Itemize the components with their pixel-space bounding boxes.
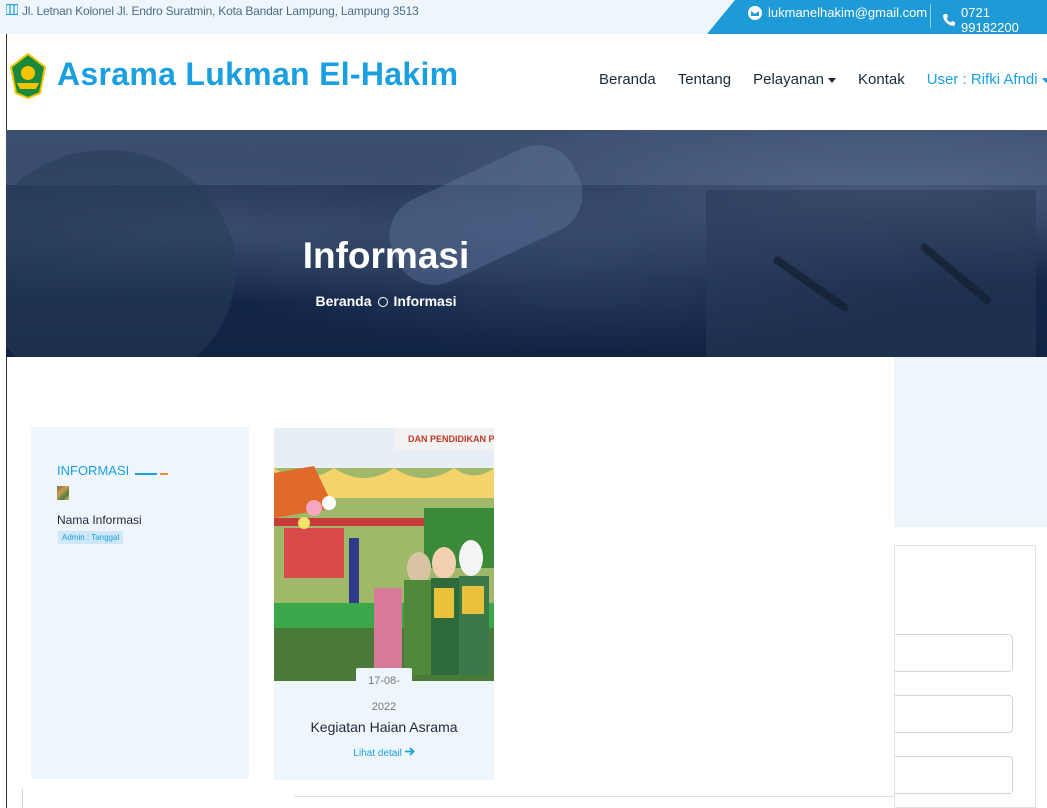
breadcrumb: Beranda Informasi [6,293,766,309]
chevron-down-icon [1041,77,1047,83]
nav-services-label: Pelayanan [753,71,825,88]
info-sidebar: INFORMASI Nama Informasi Admin : Tanggal [31,427,249,779]
page-title: Informasi [302,235,470,276]
envelope-icon [748,5,762,20]
address: Jl. Letnan Kolonel Jl. Endro Suratmin, K… [5,3,419,18]
info-name[interactable]: Nama Informasi [57,513,142,527]
nav-user-label: User : Rifki Afndi [926,71,1038,88]
map-icon [5,3,19,18]
banner-text: DAN PENDIDIKAN PON [408,434,494,444]
circle-icon [377,297,388,307]
breadcrumb-home[interactable]: Beranda [315,293,371,309]
form-input[interactable] [895,695,1013,733]
card-title[interactable]: Kegiatan Haian Asrama [274,719,494,735]
card-date: 17-08-2022 [356,668,412,713]
sidebar-title: INFORMASI [57,463,169,478]
right-panel [894,357,1047,527]
topbar-divider [930,4,931,28]
email-link[interactable]: lukmanelhakim@gmail.com [748,5,927,20]
nav-home[interactable]: Beranda [599,71,656,88]
email-text: lukmanelhakim@gmail.com [768,5,928,20]
top-info-bar: Jl. Letnan Kolonel Jl. Endro Suratmin, K… [0,0,1047,35]
page-hero: Informasi Beranda Informasi [6,130,1047,357]
card-detail-link[interactable]: Lihat detail [274,747,494,759]
form-input[interactable] [895,634,1013,672]
kemenag-logo[interactable] [9,52,47,100]
side-form [894,545,1036,808]
phone-icon [942,13,956,27]
form-input[interactable] [895,756,1013,794]
content-divider [22,788,23,808]
arrow-right-icon [404,747,415,759]
address-text: Jl. Letnan Kolonel Jl. Endro Suratmin, K… [22,4,419,18]
nav-about[interactable]: Tentang [678,71,731,88]
sidebar-title-text: INFORMASI [57,463,130,478]
title-underline-icon [135,463,169,478]
info-card[interactable]: DAN PENDIDIKAN PON 17-08-2022 Kegiatan H… [274,428,494,780]
nav-contact[interactable]: Kontak [858,71,905,88]
phone-text: 0721 99182200 [961,5,1019,35]
brand-title[interactable]: Asrama Lukman El-Hakim [57,56,458,93]
phone-link[interactable]: 0721 99182200 [942,5,1047,35]
breadcrumb-current: Informasi [393,293,457,309]
content-divider [294,796,894,797]
nav-services[interactable]: Pelayanan [753,71,837,88]
site-header: Asrama Lukman El-Hakim Beranda Tentang P… [6,34,1047,130]
card-image[interactable]: DAN PENDIDIKAN PON [274,428,494,681]
nav-user-menu[interactable]: User : Rifki Afndi [927,71,1047,88]
main-nav: Beranda Tentang Pelayanan Kontak User : … [599,71,1047,88]
chevron-down-icon [828,77,837,83]
info-thumbnail[interactable] [57,486,69,500]
card-detail-label: Lihat detail [353,748,402,759]
info-meta-badge: Admin : Tanggal [58,531,124,544]
